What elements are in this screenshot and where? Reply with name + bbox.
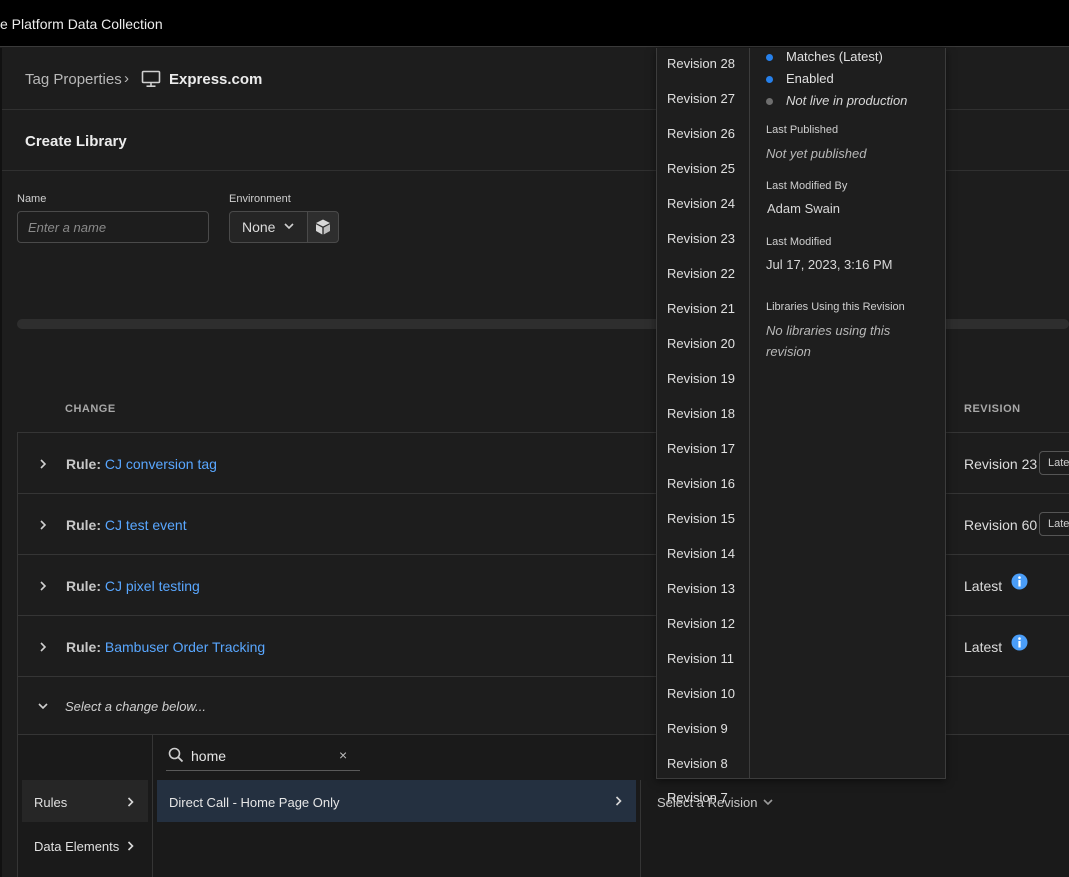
status-production: Not live in production (786, 93, 908, 108)
revision-option[interactable]: Revision 14 (667, 546, 735, 561)
latest-button[interactable]: Latest (1039, 512, 1069, 536)
nav-item-rules-label: Rules (34, 795, 68, 810)
environment-label: Environment (229, 193, 291, 205)
status-dot-production (766, 98, 773, 105)
revision-option[interactable]: Revision 15 (667, 511, 735, 526)
chevron-right-icon[interactable] (38, 458, 48, 470)
search-input[interactable] (166, 741, 360, 771)
revision-option[interactable]: Revision 24 (667, 196, 735, 211)
chevron-right-icon[interactable] (38, 641, 48, 653)
libraries-value: No libraries using this (766, 323, 891, 338)
last-published-value: Not yet published (766, 146, 867, 161)
libraries-value-continued: revision (766, 344, 811, 359)
status-dot-enabled (766, 76, 773, 83)
last-published-label: Last Published (766, 124, 839, 136)
breadcrumb-current-property: Express.com (169, 71, 263, 88)
revision-option[interactable]: Revision 8 (667, 756, 728, 771)
rule-prefix: Rule: (66, 456, 101, 472)
revision-option[interactable]: Revision 12 (667, 616, 735, 631)
info-icon[interactable] (1011, 573, 1028, 590)
revision-option[interactable]: Revision 28 (667, 56, 735, 71)
revision-value: Latest (964, 578, 1003, 594)
box-icon (316, 219, 330, 235)
rule-link[interactable]: CJ conversion tag (105, 456, 217, 472)
revision-option[interactable]: Revision 17 (667, 441, 735, 456)
app-title: e Platform Data Collection (0, 16, 163, 32)
revision-option[interactable]: Revision 27 (667, 91, 735, 106)
breadcrumb-tag-properties[interactable]: Tag Properties (25, 71, 122, 88)
revision-value: Revision 60 (964, 517, 1038, 533)
revision-option[interactable]: Revision 25 (667, 161, 735, 176)
rule-prefix: Rule: (66, 639, 101, 655)
rule-link[interactable]: Bambuser Order Tracking (105, 639, 265, 655)
column-header-revision: REVISION (964, 403, 1021, 415)
select-change-prompt: Select a change below... (65, 699, 206, 714)
divider (152, 735, 153, 877)
page-title: Create Library (25, 133, 127, 150)
breadcrumb-separator: › (124, 70, 129, 87)
revision-option[interactable]: Revision 20 (667, 336, 735, 351)
rule-prefix: Rule: (66, 578, 101, 594)
revision-option[interactable]: Revision 9 (667, 721, 728, 736)
revision-option[interactable]: Revision 13 (667, 581, 735, 596)
info-icon[interactable] (1011, 634, 1028, 651)
revision-option[interactable]: Revision 23 (667, 231, 735, 246)
chevron-down-icon[interactable] (762, 797, 774, 807)
column-header-change: CHANGE (65, 403, 116, 415)
chevron-right-icon[interactable] (38, 580, 48, 592)
last-modified-value: Jul 17, 2023, 3:16 PM (766, 257, 893, 272)
search-result-label: Direct Call - Home Page Only (169, 795, 340, 810)
rule-link[interactable]: CJ test event (105, 517, 187, 533)
revision-option[interactable]: Revision 26 (667, 126, 735, 141)
revision-option[interactable]: Revision 21 (667, 301, 735, 316)
revision-value: Latest (964, 639, 1003, 655)
search-icon (168, 747, 184, 763)
last-modified-by-label: Last Modified By (766, 180, 848, 192)
clear-search-button[interactable]: × (339, 747, 347, 763)
revision-option[interactable]: Revision 16 (667, 476, 735, 491)
revision-option[interactable]: Revision 18 (667, 406, 735, 421)
status-dot-matches (766, 54, 773, 61)
last-modified-by-value: Adam Swain (767, 201, 840, 216)
status-enabled: Enabled (786, 71, 834, 86)
name-input[interactable] (17, 211, 209, 243)
last-modified-label: Last Modified (766, 236, 832, 248)
rule-link[interactable]: CJ pixel testing (105, 578, 200, 594)
revision-option[interactable]: Revision 19 (667, 371, 735, 386)
rule-prefix: Rule: (66, 517, 101, 533)
monitor-icon (141, 70, 161, 88)
chevron-right-icon (615, 796, 622, 806)
divider (640, 780, 641, 877)
revision-option[interactable]: Revision 11 (667, 651, 734, 666)
latest-button[interactable]: Latest (1039, 451, 1069, 475)
chevron-right-icon (127, 841, 134, 851)
chevron-down-icon[interactable] (37, 701, 49, 711)
status-matches: Matches (Latest) (786, 49, 883, 64)
name-label: Name (17, 193, 47, 205)
libraries-label: Libraries Using this Revision (766, 301, 905, 313)
chevron-right-icon[interactable] (38, 519, 48, 531)
revision-option[interactable]: Revision 7 (667, 790, 728, 805)
revision-value: Revision 23 (964, 456, 1038, 472)
environment-value: None (242, 219, 276, 235)
chevron-right-icon (127, 797, 134, 807)
chevron-down-icon (284, 223, 294, 230)
revision-option[interactable]: Revision 22 (667, 266, 735, 281)
revision-option[interactable]: Revision 10 (667, 686, 735, 701)
revision-list[interactable]: Revision 28 Revision 27 Revision 26 Revi… (657, 48, 750, 778)
nav-item-data-elements[interactable]: Data Elements (34, 839, 119, 854)
side-strip (0, 48, 2, 877)
